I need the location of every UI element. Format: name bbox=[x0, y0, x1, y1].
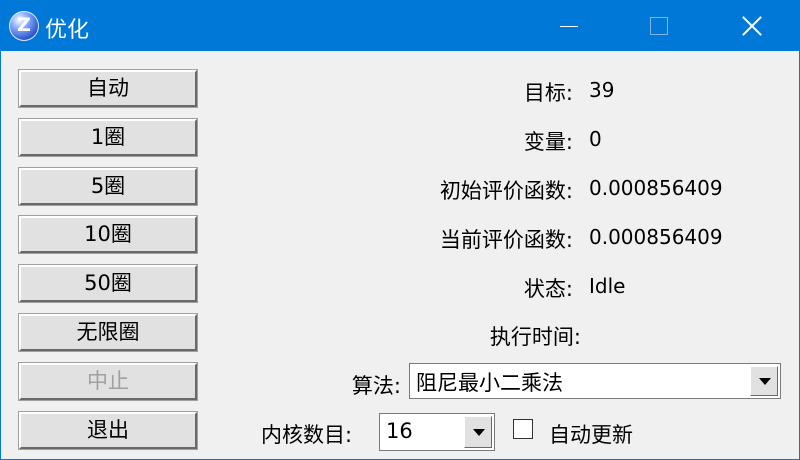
algorithm-selected: 阻尼最小二乘法 bbox=[416, 371, 563, 395]
one-cycle-button[interactable]: 1圈 bbox=[18, 118, 198, 157]
auto-update-checkbox[interactable] bbox=[513, 419, 533, 439]
status-value: Idle bbox=[589, 274, 626, 298]
initial-eval-label: 初始评价函数: bbox=[439, 179, 573, 203]
z-logo-icon: Z bbox=[9, 11, 39, 41]
auto-update-label[interactable]: 自动更新 bbox=[549, 419, 633, 449]
target-value: 39 bbox=[589, 78, 615, 102]
maximize-button[interactable] bbox=[613, 1, 705, 51]
cores-label: 内核数目: bbox=[261, 423, 353, 447]
algorithm-dropdown-button[interactable] bbox=[750, 366, 778, 396]
minimize-button[interactable] bbox=[523, 1, 615, 51]
variables-value: 0 bbox=[589, 127, 602, 151]
cores-dropdown-button[interactable] bbox=[464, 416, 492, 448]
initial-eval-value: 0.000856409 bbox=[589, 176, 723, 200]
chevron-down-icon bbox=[473, 429, 485, 436]
current-eval-value: 0.000856409 bbox=[589, 225, 723, 249]
optimize-dialog: Z 优化 自动 1圈 5圈 10圈 50圈 无限圈 中止 退出 目标: 39 变… bbox=[0, 0, 800, 460]
target-label: 目标: bbox=[523, 81, 573, 105]
fifty-cycles-button[interactable]: 50圈 bbox=[18, 264, 198, 303]
ten-cycles-button[interactable]: 10圈 bbox=[18, 215, 198, 254]
exit-button[interactable]: 退出 bbox=[18, 411, 198, 450]
auto-button[interactable]: 自动 bbox=[18, 69, 198, 108]
close-button[interactable] bbox=[705, 1, 797, 51]
cores-select[interactable]: 16 bbox=[379, 413, 495, 451]
current-eval-label: 当前评价函数: bbox=[439, 228, 573, 252]
logo-letter: Z bbox=[17, 14, 31, 36]
infinite-cycles-button[interactable]: 无限圈 bbox=[18, 313, 198, 352]
exec-time-label: 执行时间: bbox=[489, 325, 581, 349]
five-cycles-button[interactable]: 5圈 bbox=[18, 167, 198, 206]
variables-label: 变量: bbox=[523, 130, 573, 154]
minimize-icon bbox=[560, 26, 578, 27]
maximize-icon bbox=[650, 17, 668, 35]
cores-selected: 16 bbox=[386, 419, 413, 443]
status-label: 状态: bbox=[523, 277, 573, 301]
algorithm-select[interactable]: 阻尼最小二乘法 bbox=[409, 363, 781, 399]
title-bar: Z 优化 bbox=[1, 1, 799, 51]
algorithm-label: 算法: bbox=[351, 374, 401, 398]
chevron-down-icon bbox=[759, 378, 771, 385]
window-title: 优化 bbox=[45, 18, 90, 43]
